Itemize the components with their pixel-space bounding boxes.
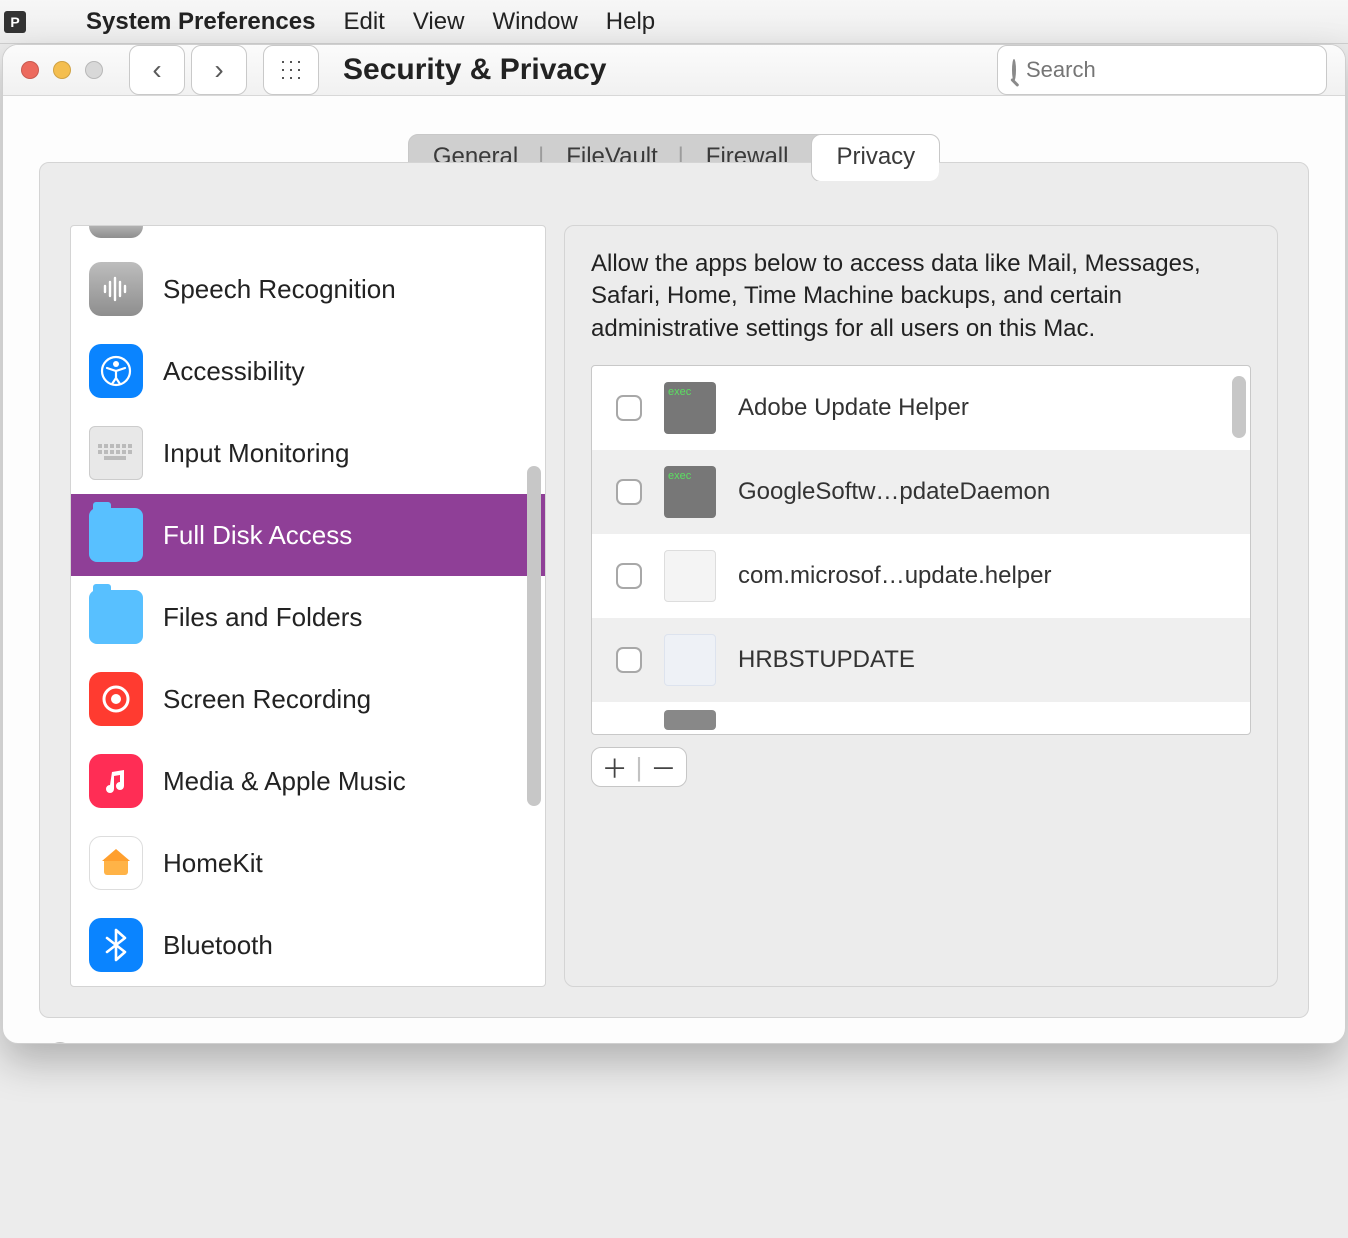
- grid-icon: [279, 58, 303, 82]
- app-row[interactable]: exec Adobe Update Helper: [592, 366, 1250, 450]
- app-row[interactable]: com.microsof…update.helper: [592, 534, 1250, 618]
- sidebar-item-full-disk-access[interactable]: Full Disk Access: [71, 494, 545, 576]
- sidebar-label: HomeKit: [163, 848, 263, 879]
- sidebar-label: Files and Folders: [163, 602, 362, 633]
- pane-description: Allow the apps below to access data like…: [591, 248, 1251, 345]
- menubar-app[interactable]: System Preferences: [86, 8, 315, 36]
- search-input[interactable]: [1026, 57, 1314, 83]
- privacy-category-list: Speech Recognition Accessibility Input M…: [70, 225, 546, 987]
- menubar-help[interactable]: Help: [606, 8, 655, 36]
- close-icon[interactable]: [21, 61, 39, 79]
- document-icon: [664, 550, 716, 602]
- zoom-icon[interactable]: [85, 61, 103, 79]
- sidebar-item-screen-recording[interactable]: Screen Recording: [71, 658, 545, 740]
- sidebar-item-partial[interactable]: [71, 226, 545, 248]
- menubar: P System Preferences Edit View Window He…: [0, 0, 1348, 44]
- show-all-button[interactable]: [263, 45, 319, 95]
- keyboard-icon: [89, 426, 143, 480]
- nav-buttons: ‹ ›: [129, 45, 247, 95]
- menubar-view[interactable]: View: [413, 8, 465, 36]
- exec-icon: exec: [664, 382, 716, 434]
- divider: |: [636, 752, 643, 783]
- generic-app-icon: [664, 634, 716, 686]
- sidebar-item-input-monitoring[interactable]: Input Monitoring: [71, 412, 545, 494]
- waveform-icon: [89, 262, 143, 316]
- app-row[interactable]: exec GoogleSoftw…pdateDaemon: [592, 450, 1250, 534]
- bluetooth-icon: [89, 918, 143, 972]
- sidebar-label: Bluetooth: [163, 930, 273, 961]
- partial-icon: [89, 226, 143, 238]
- traffic-lights: [21, 61, 103, 79]
- sidebar-item-accessibility[interactable]: Accessibility: [71, 330, 545, 412]
- sidebar-item-bluetooth[interactable]: Bluetooth: [71, 904, 545, 986]
- add-remove-buttons: ＋ | －: [591, 747, 687, 787]
- app-checkbox[interactable]: [616, 563, 642, 589]
- forward-button[interactable]: ›: [191, 45, 247, 95]
- footer: Click the lock to make changes. Advanced…: [3, 1042, 1345, 1044]
- app-list: exec Adobe Update Helper exec GoogleSoft…: [591, 365, 1251, 735]
- sidebar-label: Full Disk Access: [163, 520, 352, 551]
- home-icon: [89, 836, 143, 890]
- menubar-window[interactable]: Window: [492, 8, 577, 36]
- app-list-scrollbar[interactable]: [1232, 376, 1246, 438]
- window-title: Security & Privacy: [343, 53, 606, 87]
- back-button[interactable]: ‹: [129, 45, 185, 95]
- sidebar-item-media-apple-music[interactable]: Media & Apple Music: [71, 740, 545, 822]
- music-icon: [89, 754, 143, 808]
- sidebar-item-homekit[interactable]: HomeKit: [71, 822, 545, 904]
- sidebar-label: Speech Recognition: [163, 274, 396, 305]
- chevron-right-icon: ›: [214, 54, 223, 86]
- app-name: HRBSTUPDATE: [738, 646, 915, 674]
- lock-icon[interactable]: [39, 1042, 81, 1044]
- partial-app-icon: [664, 710, 716, 730]
- app-row-partial[interactable]: [592, 702, 1250, 732]
- sidebar-item-files-and-folders[interactable]: Files and Folders: [71, 576, 545, 658]
- tab-privacy[interactable]: Privacy: [811, 134, 940, 182]
- app-row[interactable]: HRBSTUPDATE: [592, 618, 1250, 702]
- sidebar-scrollbar[interactable]: [527, 466, 541, 806]
- titlebar: ‹ › Security & Privacy: [3, 45, 1345, 96]
- full-disk-access-pane: Allow the apps below to access data like…: [564, 225, 1278, 987]
- folder-icon: [89, 508, 143, 562]
- sidebar-label: Input Monitoring: [163, 438, 349, 469]
- sidebar-label: Screen Recording: [163, 684, 371, 715]
- accessibility-icon: [89, 344, 143, 398]
- minimize-icon[interactable]: [53, 61, 71, 79]
- app-checkbox[interactable]: [616, 647, 642, 673]
- app-checkbox[interactable]: [616, 479, 642, 505]
- sidebar-label: Accessibility: [163, 356, 305, 387]
- app-name: GoogleSoftw…pdateDaemon: [738, 478, 1050, 506]
- app-checkbox[interactable]: [616, 395, 642, 421]
- folder-icon: [89, 590, 143, 644]
- pref-window: ‹ › Security & Privacy General FileVault…: [2, 44, 1346, 1044]
- app-name: Adobe Update Helper: [738, 394, 969, 422]
- app-name: com.microsof…update.helper: [738, 562, 1051, 590]
- search-icon: [1012, 59, 1016, 81]
- chevron-left-icon: ‹: [152, 54, 161, 86]
- exec-icon: exec: [664, 466, 716, 518]
- sidebar-label: Media & Apple Music: [163, 766, 406, 797]
- menubar-edit[interactable]: Edit: [343, 8, 384, 36]
- app-badge-icon: P: [4, 11, 26, 33]
- remove-button[interactable]: －: [650, 749, 676, 786]
- add-button[interactable]: ＋: [602, 749, 628, 786]
- sidebar-item-speech-recognition[interactable]: Speech Recognition: [71, 248, 545, 330]
- search-field[interactable]: [997, 45, 1327, 95]
- record-icon: [89, 672, 143, 726]
- panel-frame: Speech Recognition Accessibility Input M…: [39, 162, 1309, 1018]
